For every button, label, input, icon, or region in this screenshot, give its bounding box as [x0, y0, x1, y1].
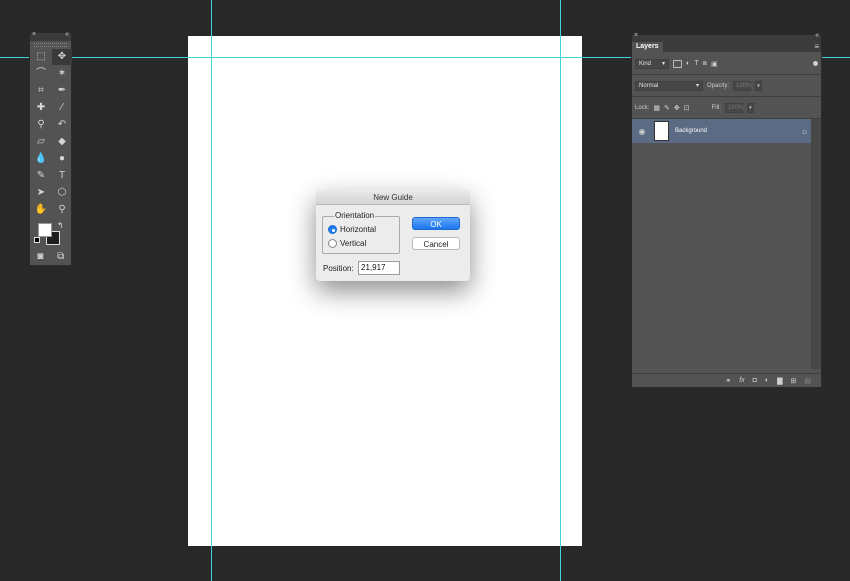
- ok-button[interactable]: OK: [412, 217, 460, 230]
- add-mask-icon[interactable]: ◘: [753, 377, 757, 384]
- marquee-tool-icon[interactable]: ⬚: [31, 49, 51, 65]
- path-select-tool-icon[interactable]: ➤: [31, 185, 51, 201]
- scrollbar[interactable]: [811, 119, 821, 369]
- layers-panel-header[interactable]: × «: [632, 32, 821, 42]
- vertical-radio-button[interactable]: [328, 239, 337, 248]
- filter-toggle-icon[interactable]: [813, 61, 818, 66]
- guide-vertical-right[interactable]: [560, 0, 561, 581]
- link-layers-icon[interactable]: ⚭: [725, 377, 731, 385]
- collapse-icon[interactable]: «: [815, 32, 819, 39]
- filter-kind-select[interactable]: Kind ▾: [635, 58, 669, 69]
- new-group-icon[interactable]: ▇: [777, 377, 782, 385]
- zoom-tool-icon[interactable]: ⚲: [52, 202, 72, 218]
- collapse-icon[interactable]: «: [65, 31, 69, 38]
- hand-tool-icon[interactable]: ✋: [31, 202, 51, 218]
- filter-pixel-icon[interactable]: [673, 59, 682, 68]
- blend-mode-value: Normal: [639, 82, 659, 89]
- paint-bucket-tool-icon[interactable]: ◆: [52, 134, 72, 150]
- fill-dropdown-icon[interactable]: ▾: [746, 102, 754, 113]
- vertical-radio[interactable]: Vertical: [328, 239, 366, 248]
- blur-tool-icon[interactable]: 💧: [31, 151, 51, 167]
- color-swatches: ↰: [30, 221, 71, 247]
- close-icon[interactable]: ×: [634, 32, 638, 39]
- orientation-label: Orientation: [334, 211, 376, 220]
- tool-grid: ⬚ ✥ ⌒ ✶ ⌗ ✒ ✚ ∕ ⚲ ↶ ▱ ◆ 💧 ● ✎ T ➤ ⬡ ✋ ⚲: [30, 49, 72, 218]
- opacity-dropdown-icon[interactable]: ▾: [755, 80, 763, 91]
- pen-tool-icon[interactable]: ✎: [31, 168, 51, 184]
- layer-name: Background: [675, 128, 708, 134]
- tools-panel: × « ⬚ ✥ ⌒ ✶ ⌗ ✒ ✚ ∕ ⚲ ↶ ▱ ◆ 💧 ● ✎ T ➤ ⬡ ✋ ⚲ ↰ ◙ ⧉: [29, 31, 72, 266]
- horizontal-radio-button[interactable]: [328, 225, 337, 234]
- horizontal-radio[interactable]: Horizontal: [328, 225, 376, 234]
- swap-colors-icon[interactable]: ↰: [57, 221, 64, 230]
- lasso-tool-icon[interactable]: ⌒: [31, 66, 51, 82]
- fx-icon[interactable]: fx: [739, 377, 744, 384]
- layer-row-background[interactable]: ◉ Background ⌂: [632, 119, 811, 143]
- horizontal-label: Horizontal: [340, 225, 377, 234]
- new-layer-icon[interactable]: ⊞: [791, 377, 797, 385]
- opacity-label: Opacity:: [707, 82, 730, 89]
- filter-type-icon[interactable]: T: [694, 60, 698, 67]
- stamp-tool-icon[interactable]: ⚲: [31, 117, 51, 133]
- lock-all-icon[interactable]: ⊡: [684, 104, 690, 112]
- trash-icon[interactable]: ▤: [804, 377, 811, 385]
- guide-vertical-left[interactable]: [211, 0, 212, 581]
- lock-position-icon[interactable]: ✥: [674, 104, 680, 112]
- layers-panel: × « Layers ≡ Kind ▾ ◐ T ⧈ ▣ Normal ▾ Opaci…: [631, 32, 822, 388]
- default-colors-icon[interactable]: [34, 237, 40, 243]
- healing-tool-icon[interactable]: ✚: [31, 100, 51, 116]
- shape-tool-icon[interactable]: ⬡: [52, 185, 72, 201]
- lock-pixels-icon[interactable]: ✎: [664, 104, 670, 112]
- screen-mode-icon[interactable]: ⧉: [53, 251, 69, 263]
- brush-tool-icon[interactable]: ∕: [52, 100, 72, 116]
- lock-icon: ⌂: [802, 126, 807, 136]
- cancel-button[interactable]: Cancel: [412, 237, 460, 250]
- history-brush-tool-icon[interactable]: ↶: [52, 117, 72, 133]
- lock-transparent-icon[interactable]: ▦: [653, 104, 660, 112]
- layer-thumbnail: [654, 121, 669, 141]
- foreground-color-swatch[interactable]: [38, 223, 52, 237]
- opacity-input[interactable]: 100%: [733, 80, 751, 91]
- new-guide-dialog: New Guide Orientation Horizontal Vertica…: [316, 190, 470, 281]
- fill-input[interactable]: 100%: [724, 102, 743, 113]
- dodge-tool-icon[interactable]: ●: [52, 151, 72, 167]
- orientation-group: [322, 216, 400, 254]
- filter-adjustment-icon[interactable]: ◐: [686, 60, 690, 67]
- move-tool-icon[interactable]: ✥: [52, 49, 72, 65]
- vertical-label: Vertical: [340, 239, 367, 248]
- fill-label: Fill:: [711, 104, 721, 111]
- panel-menu-icon[interactable]: ≡: [814, 42, 819, 52]
- filter-smart-object-icon[interactable]: ▣: [711, 60, 718, 68]
- layer-list: ◉ Background ⌂: [632, 118, 821, 369]
- quick-mask-icon[interactable]: ◙: [32, 251, 48, 263]
- crop-tool-icon[interactable]: ⌗: [31, 83, 51, 99]
- position-input[interactable]: 21,917: [358, 261, 400, 275]
- eye-icon[interactable]: ◉: [636, 127, 648, 136]
- adjustment-layer-icon[interactable]: ◐: [765, 377, 769, 384]
- position-label: Position:: [323, 264, 354, 273]
- layers-footer: ⚭ fx ◘ ◐ ▇ ⊞ ▤: [632, 373, 821, 387]
- blend-mode-select[interactable]: Normal ▾: [635, 80, 703, 91]
- type-tool-icon[interactable]: T: [52, 168, 72, 184]
- lock-label: Lock:: [635, 104, 650, 111]
- filter-kind-label: Kind: [639, 60, 652, 67]
- eyedropper-tool-icon[interactable]: ✒: [52, 83, 72, 99]
- document-canvas[interactable]: [188, 36, 582, 546]
- close-icon[interactable]: ×: [32, 31, 36, 38]
- panel-grip[interactable]: [34, 43, 67, 47]
- magic-wand-tool-icon[interactable]: ✶: [52, 66, 72, 82]
- filter-shape-icon[interactable]: ⧈: [703, 60, 707, 68]
- tab-layers[interactable]: Layers: [632, 42, 663, 52]
- eraser-tool-icon[interactable]: ▱: [31, 134, 51, 150]
- tools-panel-header[interactable]: × «: [30, 31, 71, 41]
- dialog-title: New Guide: [316, 190, 470, 205]
